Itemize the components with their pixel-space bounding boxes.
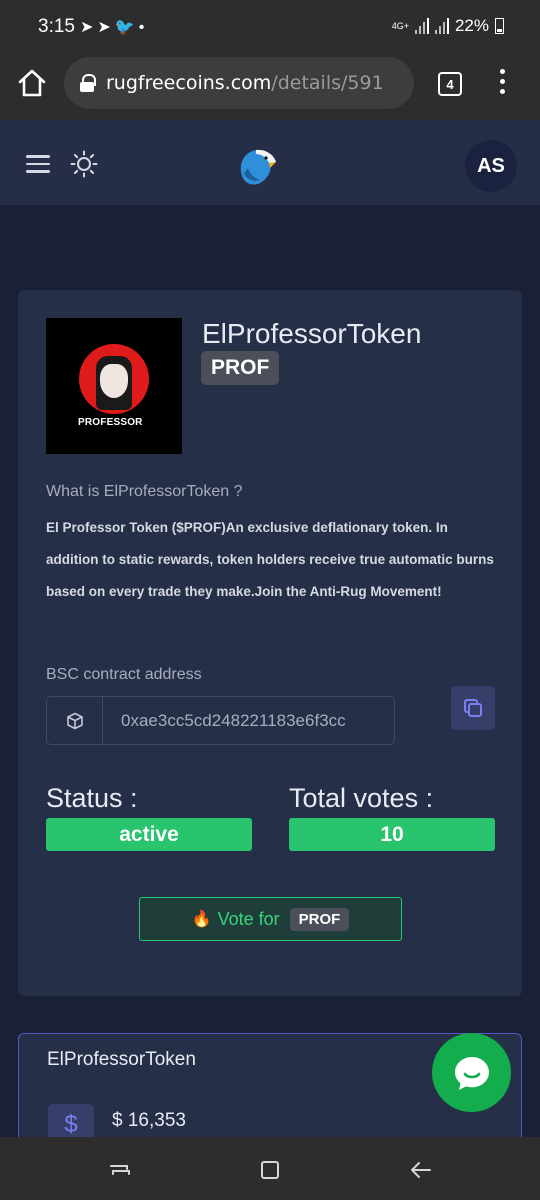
vote-button-label: Vote for: [217, 908, 280, 929]
recent-apps-icon[interactable]: [105, 1155, 135, 1185]
url-text: rugfreecoins.com/details/591: [106, 72, 384, 94]
signal-icon-2: [434, 18, 449, 34]
contract-address-group: [46, 696, 395, 745]
network-label: 4G+: [391, 20, 409, 31]
twitter-icon: 🐦: [114, 19, 139, 36]
url-path: /details/591: [271, 72, 384, 94]
notification-icons: ➤➤🐦•: [80, 17, 148, 37]
signal-icon: [414, 18, 429, 34]
tab-switcher-button[interactable]: 4: [438, 72, 462, 96]
battery-icon: [495, 18, 504, 34]
token-logo: PROFESSOR: [46, 318, 182, 454]
dali-mask-icon: [100, 364, 128, 398]
token-details-card: PROFESSOR ElProfessorToken PROF What is …: [18, 290, 522, 996]
user-avatar[interactable]: AS: [465, 140, 517, 192]
total-votes-label: Total votes :: [289, 783, 434, 813]
logo-red-circle: [79, 344, 149, 414]
status-right: 4G+ 22%: [392, 16, 504, 36]
android-status-bar: 3:15 ➤➤🐦• 4G+ 22%: [0, 0, 540, 55]
hamburger-menu-icon[interactable]: [26, 155, 50, 173]
telegram-icon: ➤: [80, 19, 98, 36]
fire-icon: 🔥: [191, 911, 212, 928]
vote-button[interactable]: 🔥 Vote for PROF: [139, 897, 402, 941]
market-card-title: ElProfessorToken: [47, 1049, 196, 1070]
home-icon[interactable]: [16, 67, 48, 99]
vote-button-symbol: PROF: [289, 907, 350, 931]
status-time: 3:15: [38, 16, 75, 37]
dot-icon: •: [138, 19, 149, 36]
market-price: $ 16,353: [112, 1110, 186, 1131]
lock-icon: [80, 74, 96, 92]
android-nav-bar: [0, 1137, 540, 1200]
url-domain: rugfreecoins.com: [106, 72, 272, 94]
back-icon[interactable]: [406, 1155, 436, 1185]
browser-menu-icon[interactable]: [490, 69, 514, 99]
copy-address-button[interactable]: [451, 686, 495, 730]
logo-text: PROFESSOR: [78, 417, 143, 428]
token-description: El Professor Token ($PROF)An exclusive d…: [46, 520, 494, 599]
cube-icon: [47, 697, 103, 744]
status-label: Status :: [46, 783, 138, 813]
battery-percent: 22%: [454, 16, 489, 35]
chat-icon: [454, 1056, 489, 1090]
copy-icon: [464, 699, 482, 717]
status-badge: active: [46, 818, 252, 851]
contract-address-label: BSC contract address: [46, 666, 202, 683]
chat-support-button[interactable]: [432, 1033, 511, 1112]
home-nav-icon[interactable]: [255, 1155, 285, 1185]
theme-toggle-sun-icon[interactable]: [70, 150, 98, 178]
token-symbol-badge: PROF: [201, 351, 280, 385]
browser-toolbar: rugfreecoins.com/details/591 4: [0, 55, 540, 120]
contract-address-field[interactable]: [103, 697, 394, 744]
eagle-logo-icon[interactable]: [236, 146, 278, 188]
total-votes-badge: 10: [289, 818, 495, 851]
telegram-icon: ➤: [97, 19, 115, 36]
url-bar[interactable]: rugfreecoins.com/details/591: [64, 57, 414, 109]
site-header: [0, 120, 540, 205]
description-heading: What is ElProfessorToken ?: [46, 483, 243, 500]
token-name: ElProfessorToken: [202, 318, 422, 349]
